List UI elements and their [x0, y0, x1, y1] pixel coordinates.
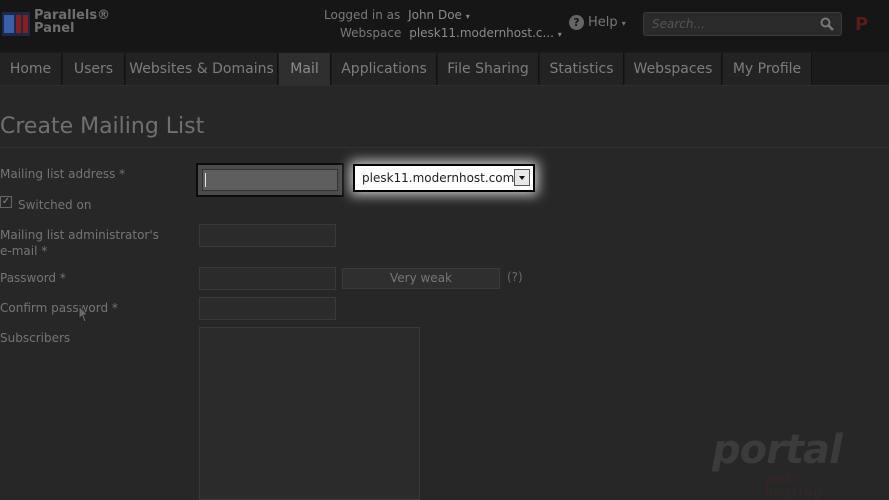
parallels-logo-icon[interactable]: [2, 10, 32, 38]
mailing-list-address-input[interactable]: [196, 163, 344, 197]
help-menu[interactable]: ? Help ▾: [569, 15, 626, 30]
chevron-down-icon: ▾: [557, 30, 562, 39]
domain-select[interactable]: plesk11.modernhost.com: [353, 164, 535, 192]
search-input[interactable]: Search...: [643, 12, 842, 36]
main-navigation-tabs: Home Users Websites & Domains Mail Appli…: [0, 52, 889, 86]
parallels-panel-logo-text: Parallels® Panel: [34, 9, 110, 35]
chevron-down-icon: ▾: [465, 12, 470, 21]
tab-file-sharing[interactable]: File Sharing: [438, 53, 539, 85]
logged-in-info: Logged in as John Doe ▾: [324, 8, 470, 22]
switched-on-checkbox[interactable]: ✓: [0, 196, 12, 208]
domain-select-value: plesk11.modernhost.com: [362, 171, 515, 185]
subscribers-label: Subscribers: [0, 331, 71, 345]
webspace-name: plesk11.modernhost.c...: [409, 26, 554, 40]
switched-on-label: Switched on: [18, 198, 92, 212]
password-strength-meter: Very weak: [342, 268, 500, 289]
watermark-brand: portal: [712, 427, 843, 473]
confirm-password-field[interactable]: [199, 297, 336, 320]
dropdown-arrow-icon[interactable]: [514, 169, 530, 186]
logo-line-2: Panel: [34, 21, 75, 36]
tab-webspaces[interactable]: Webspaces: [625, 53, 722, 85]
search-placeholder: Search...: [652, 17, 705, 31]
tab-applications[interactable]: Applications: [332, 53, 437, 85]
help-label: Help: [588, 15, 618, 30]
admin-email-label-line-2: e-mail *: [0, 244, 48, 258]
subscribers-textarea[interactable]: [199, 327, 420, 500]
admin-email-field[interactable]: [199, 224, 336, 247]
portal-watermark-logo: portal web hosting: [712, 427, 857, 500]
tab-home[interactable]: Home: [0, 53, 62, 85]
address-input-box: [202, 169, 338, 191]
user-menu[interactable]: John Doe ▾: [408, 8, 470, 22]
tab-websites-domains[interactable]: Websites & Domains: [126, 53, 278, 85]
text-cursor: [205, 173, 206, 187]
tab-mail[interactable]: Mail: [279, 53, 331, 85]
webspace-selector[interactable]: plesk11.modernhost.c... ▾: [409, 26, 562, 40]
watermark-tagline: web hosting: [765, 472, 824, 500]
search-icon[interactable]: [819, 16, 835, 32]
tab-my-profile[interactable]: My Profile: [723, 53, 812, 85]
chevron-down-icon: ▾: [621, 19, 626, 28]
mouse-pointer-icon: [78, 305, 90, 323]
password-label: Password *: [0, 271, 66, 285]
corner-logo: P: [855, 14, 869, 35]
logged-in-label: Logged in as: [324, 8, 401, 22]
user-name: John Doe: [408, 8, 462, 22]
admin-email-label-line-1: Mailing list administrator's: [0, 228, 159, 242]
mailing-list-address-label: Mailing list address *: [0, 167, 126, 181]
top-header: Parallels® Panel Logged in as John Doe ▾…: [0, 0, 889, 52]
title-divider: [0, 147, 889, 148]
help-icon: ?: [569, 15, 584, 30]
tab-statistics[interactable]: Statistics: [540, 53, 624, 85]
password-help-link[interactable]: (?): [507, 270, 523, 284]
tab-users[interactable]: Users: [63, 53, 125, 85]
password-field[interactable]: [199, 267, 336, 290]
confirm-password-label: Confirm password *: [0, 301, 118, 315]
admin-email-label: Mailing list administrator's e-mail *: [0, 227, 159, 259]
page-title: Create Mailing List: [0, 114, 205, 139]
webspace-label: Webspace: [340, 26, 402, 40]
webspace-info: Webspace plesk11.modernhost.c... ▾: [340, 26, 562, 40]
